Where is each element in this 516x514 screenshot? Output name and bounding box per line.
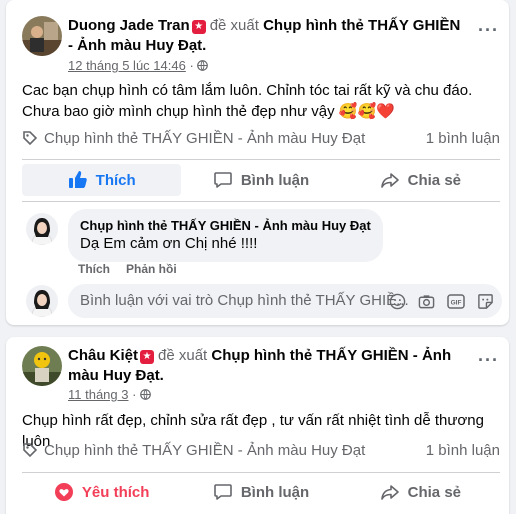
comment-count[interactable]: 1 bình luận [426, 128, 500, 150]
comment-icon [214, 172, 232, 188]
svg-text:GIF: GIF [451, 299, 462, 306]
comment-like-link[interactable]: Thích [78, 262, 110, 276]
share-icon [380, 485, 399, 500]
comment-reply-link[interactable]: Phản hồi [126, 262, 177, 276]
timestamp[interactable]: 11 tháng 3 [68, 387, 128, 402]
post-meta: 11 tháng 3 · [68, 387, 151, 403]
recommends-label: đề xuất [158, 347, 208, 364]
comment-icon [214, 484, 232, 500]
audience-globe-icon[interactable] [140, 387, 151, 402]
recommended-page[interactable]: Chụp hình thẻ THẤY GHIỀN - Ảnh màu Huy Đ… [44, 130, 365, 147]
divider [22, 159, 500, 160]
share-label: Chia sẻ [407, 171, 461, 189]
post-header: Duong Jade Tran ★ đề xuất Chụp hình thẻ TH… [68, 16, 468, 56]
recommend-star-icon: ★ [191, 20, 206, 34]
sticker-icon[interactable] [477, 293, 494, 310]
heart-icon [54, 483, 73, 501]
audience-globe-icon[interactable] [197, 58, 209, 73]
input-icon-group: GIF [377, 284, 494, 318]
like-button[interactable]: Thích [22, 164, 182, 196]
comment-input-placeholder: Bình luận với vai trò Chụp hình thẻ THẤY… [80, 292, 409, 309]
comment-actions: Thích Phản hồi [78, 262, 193, 276]
share-label: Chia sẻ [407, 483, 461, 501]
more-options-icon[interactable]: ··· [478, 21, 499, 39]
comment-input[interactable]: Bình luận với vai trò Chụp hình thẻ THẤY… [68, 284, 502, 318]
tag-icon [22, 442, 38, 458]
comment-bubble: Chụp hình thẻ THẤY GHIỀN - Ảnh màu Huy Đ… [68, 209, 383, 262]
like-label: Thích [95, 171, 136, 189]
tag-icon [22, 130, 38, 146]
post-meta: 12 tháng 5 lúc 14:46 · [68, 58, 209, 74]
page-avatar[interactable] [26, 213, 58, 245]
comment-label: Bình luận [240, 171, 310, 189]
recommend-star-icon: ★ [140, 350, 155, 364]
comment-button[interactable]: Bình luận [181, 164, 340, 196]
comment-count[interactable]: 1 bình luận [426, 440, 500, 462]
comment-text: Dạ Em cảm ơn Chị nhé !!!! [80, 235, 258, 252]
more-options-icon[interactable]: ··· [478, 351, 499, 369]
love-label: Yêu thích [81, 483, 150, 501]
post-actions: Thích Bình luận Chia sẻ [22, 164, 500, 196]
divider [22, 472, 500, 473]
emoji-icon[interactable] [389, 293, 406, 310]
author-name[interactable]: Châu Kiệt [68, 347, 138, 364]
divider [22, 201, 500, 202]
share-button[interactable]: Chia sẻ [341, 476, 500, 508]
comment-author[interactable]: Chụp hình thẻ THẤY GHIỀN - Ảnh màu Huy Đ… [80, 217, 371, 234]
post-text: Cac bạn chụp hình có tâm lắm luôn. Chỉnh… [22, 82, 473, 120]
comment-label: Bình luận [240, 483, 310, 501]
post-header: Châu Kiệt ★ đề xuất Chụp hình thẻ THẤY GHI… [68, 346, 468, 386]
commenter-avatar[interactable] [26, 285, 58, 317]
love-button[interactable]: Yêu thích [22, 476, 181, 508]
timestamp[interactable]: 12 tháng 5 lúc 14:46 [68, 58, 186, 73]
author-avatar[interactable] [22, 346, 62, 386]
review-card-2: Châu Kiệt ★ đề xuất Chụp hình thẻ THẤY GHI… [6, 337, 509, 514]
author-avatar[interactable] [22, 16, 62, 56]
review-card-1: Duong Jade Tran ★ đề xuất Chụp hình thẻ TH… [6, 0, 509, 325]
author-name[interactable]: Duong Jade Tran [68, 17, 190, 34]
comment-button[interactable]: Bình luận [181, 476, 340, 508]
gif-icon[interactable]: GIF [447, 293, 465, 310]
share-button[interactable]: Chia sẻ [341, 164, 500, 196]
recommended-page[interactable]: Chụp hình thẻ THẤY GHIỀN - Ảnh màu Huy Đ… [44, 442, 365, 459]
thumbs-up-icon [68, 171, 87, 188]
recommends-label: đề xuất [209, 17, 259, 34]
post-actions: Yêu thích Bình luận Chia sẻ [22, 476, 500, 508]
share-icon [380, 173, 399, 188]
recommendation-row: Chụp hình thẻ THẤY GHIỀN - Ảnh màu Huy Đ… [22, 128, 500, 150]
recommendation-row: Chụp hình thẻ THẤY GHIỀN - Ảnh màu Huy Đ… [22, 440, 500, 462]
camera-icon[interactable] [418, 293, 435, 310]
